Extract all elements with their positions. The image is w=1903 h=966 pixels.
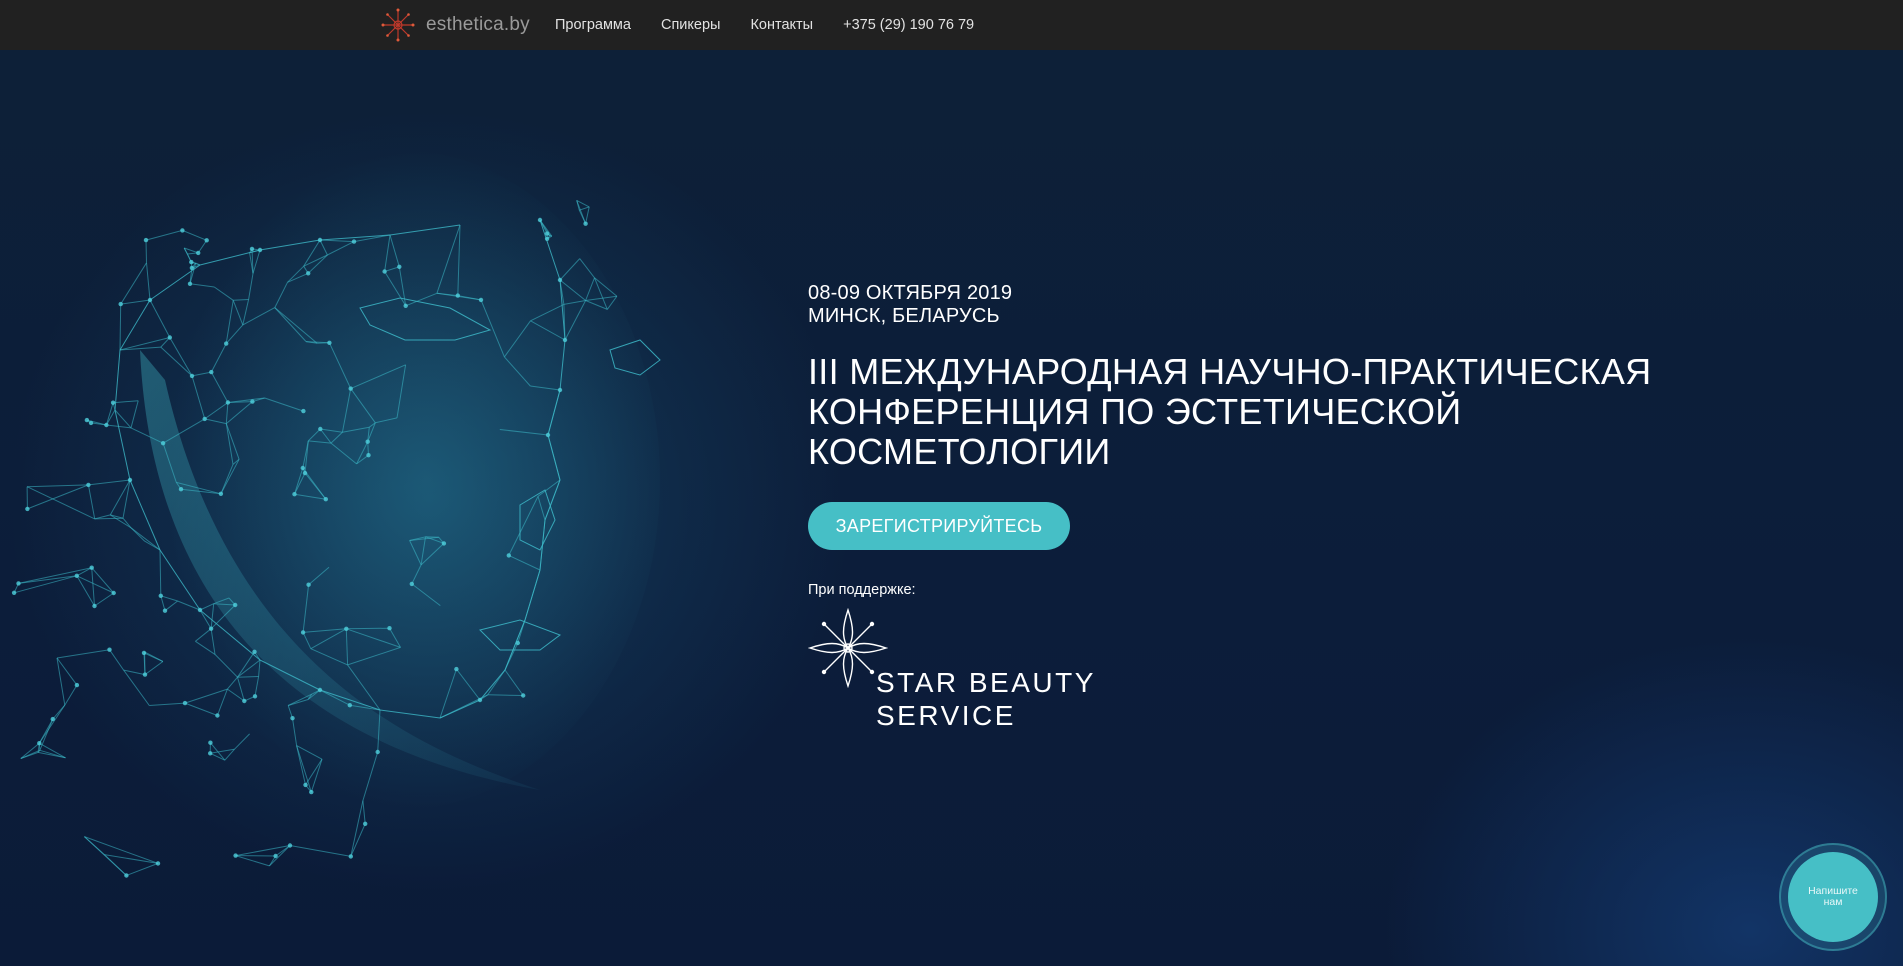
- brand-name: esthetica.by: [426, 14, 530, 35]
- polygonal-face-illustration: [11, 150, 661, 878]
- event-date: 08-09 ОКТЯБРЯ 2019: [808, 282, 1013, 304]
- nav-link-contacts[interactable]: Контакты: [750, 17, 813, 33]
- page-title: III МЕЖДУНАРОДНАЯ НАУЧНО-ПРАКТИЧЕСКАЯ КО…: [808, 351, 1652, 472]
- register-button[interactable]: ЗАРЕГИСТРИРУЙТЕСЬ: [808, 502, 1070, 550]
- event-location: МИНСК, БЕЛАРУСЬ: [808, 305, 1000, 327]
- top-navigation-bar: esthetica.by Программа Спикеры Контакты …: [0, 0, 1903, 50]
- main-nav: Программа Спикеры Контакты +375 (29) 190…: [555, 0, 1004, 50]
- nav-phone-link[interactable]: +375 (29) 190 76 79: [843, 17, 974, 33]
- chat-widget-label: Напишите нам: [1788, 852, 1878, 942]
- hero-content: 08-09 ОКТЯБРЯ 2019 МИНСК, БЕЛАРУСЬ III М…: [808, 282, 1708, 738]
- landing-page: esthetica.by Программа Спикеры Контакты …: [0, 0, 1903, 966]
- support-label: При поддержке:: [808, 582, 916, 598]
- sponsor-name: STAR BEAUTY SERVICE: [876, 667, 1096, 731]
- nav-link-speakers[interactable]: Спикеры: [661, 17, 720, 33]
- chat-widget-button[interactable]: Напишите нам: [1779, 843, 1887, 951]
- sponsor-logo[interactable]: STAR BEAUTY SERVICE: [808, 608, 1108, 738]
- nav-link-program[interactable]: Программа: [555, 17, 631, 33]
- snowflake-logo-icon: [381, 8, 415, 42]
- brand-logo-link[interactable]: esthetica.by: [380, 7, 530, 43]
